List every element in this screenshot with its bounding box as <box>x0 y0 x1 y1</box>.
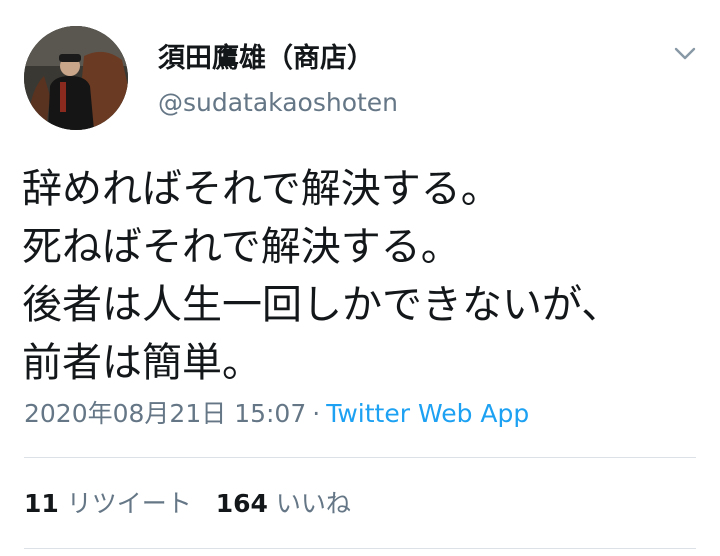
retweets-label: リツイート <box>66 489 192 518</box>
avatar-image <box>24 26 128 130</box>
tweet-text-line: 死ねばそれで解決する。 <box>22 224 461 270</box>
chevron-down-icon[interactable] <box>668 40 702 68</box>
tweet-text-line: 前者は簡単。 <box>22 340 262 386</box>
meta-separator: · <box>312 399 321 428</box>
display-name[interactable]: 須田鷹雄（商店） <box>158 36 374 75</box>
tweet-header: 須田鷹雄（商店） @sudatakaoshoten <box>0 0 720 140</box>
tweet-text-line: 辞めればそれで解決する。 <box>22 166 501 212</box>
likes-stat[interactable]: 164 いいね <box>216 489 351 518</box>
tweet-text: 辞めればそれで解決する。 死ねばそれで解決する。 後者は人生一回しかできないが、… <box>22 160 702 392</box>
divider <box>24 548 696 549</box>
tweet-timestamp[interactable]: 2020年08月21日 15:07 <box>24 399 306 428</box>
tweet-card: 須田鷹雄（商店） @sudatakaoshoten 辞めればそれで解決する。 死… <box>0 0 720 556</box>
tweet-source-link[interactable]: Twitter Web App <box>326 399 529 428</box>
likes-label: いいね <box>275 489 351 518</box>
avatar[interactable] <box>24 26 128 130</box>
divider <box>24 457 696 458</box>
retweets-stat[interactable]: 11 リツイート <box>24 489 192 518</box>
tweet-meta: 2020年08月21日 15:07 · Twitter Web App <box>24 394 529 430</box>
tweet-text-line: 後者は人生一回しかできないが、 <box>22 282 622 328</box>
user-handle[interactable]: @sudatakaoshoten <box>158 88 398 117</box>
tweet-stats: 11 リツイート 164 いいね <box>24 484 351 520</box>
likes-count: 164 <box>215 489 268 518</box>
retweets-count: 11 <box>24 489 59 518</box>
